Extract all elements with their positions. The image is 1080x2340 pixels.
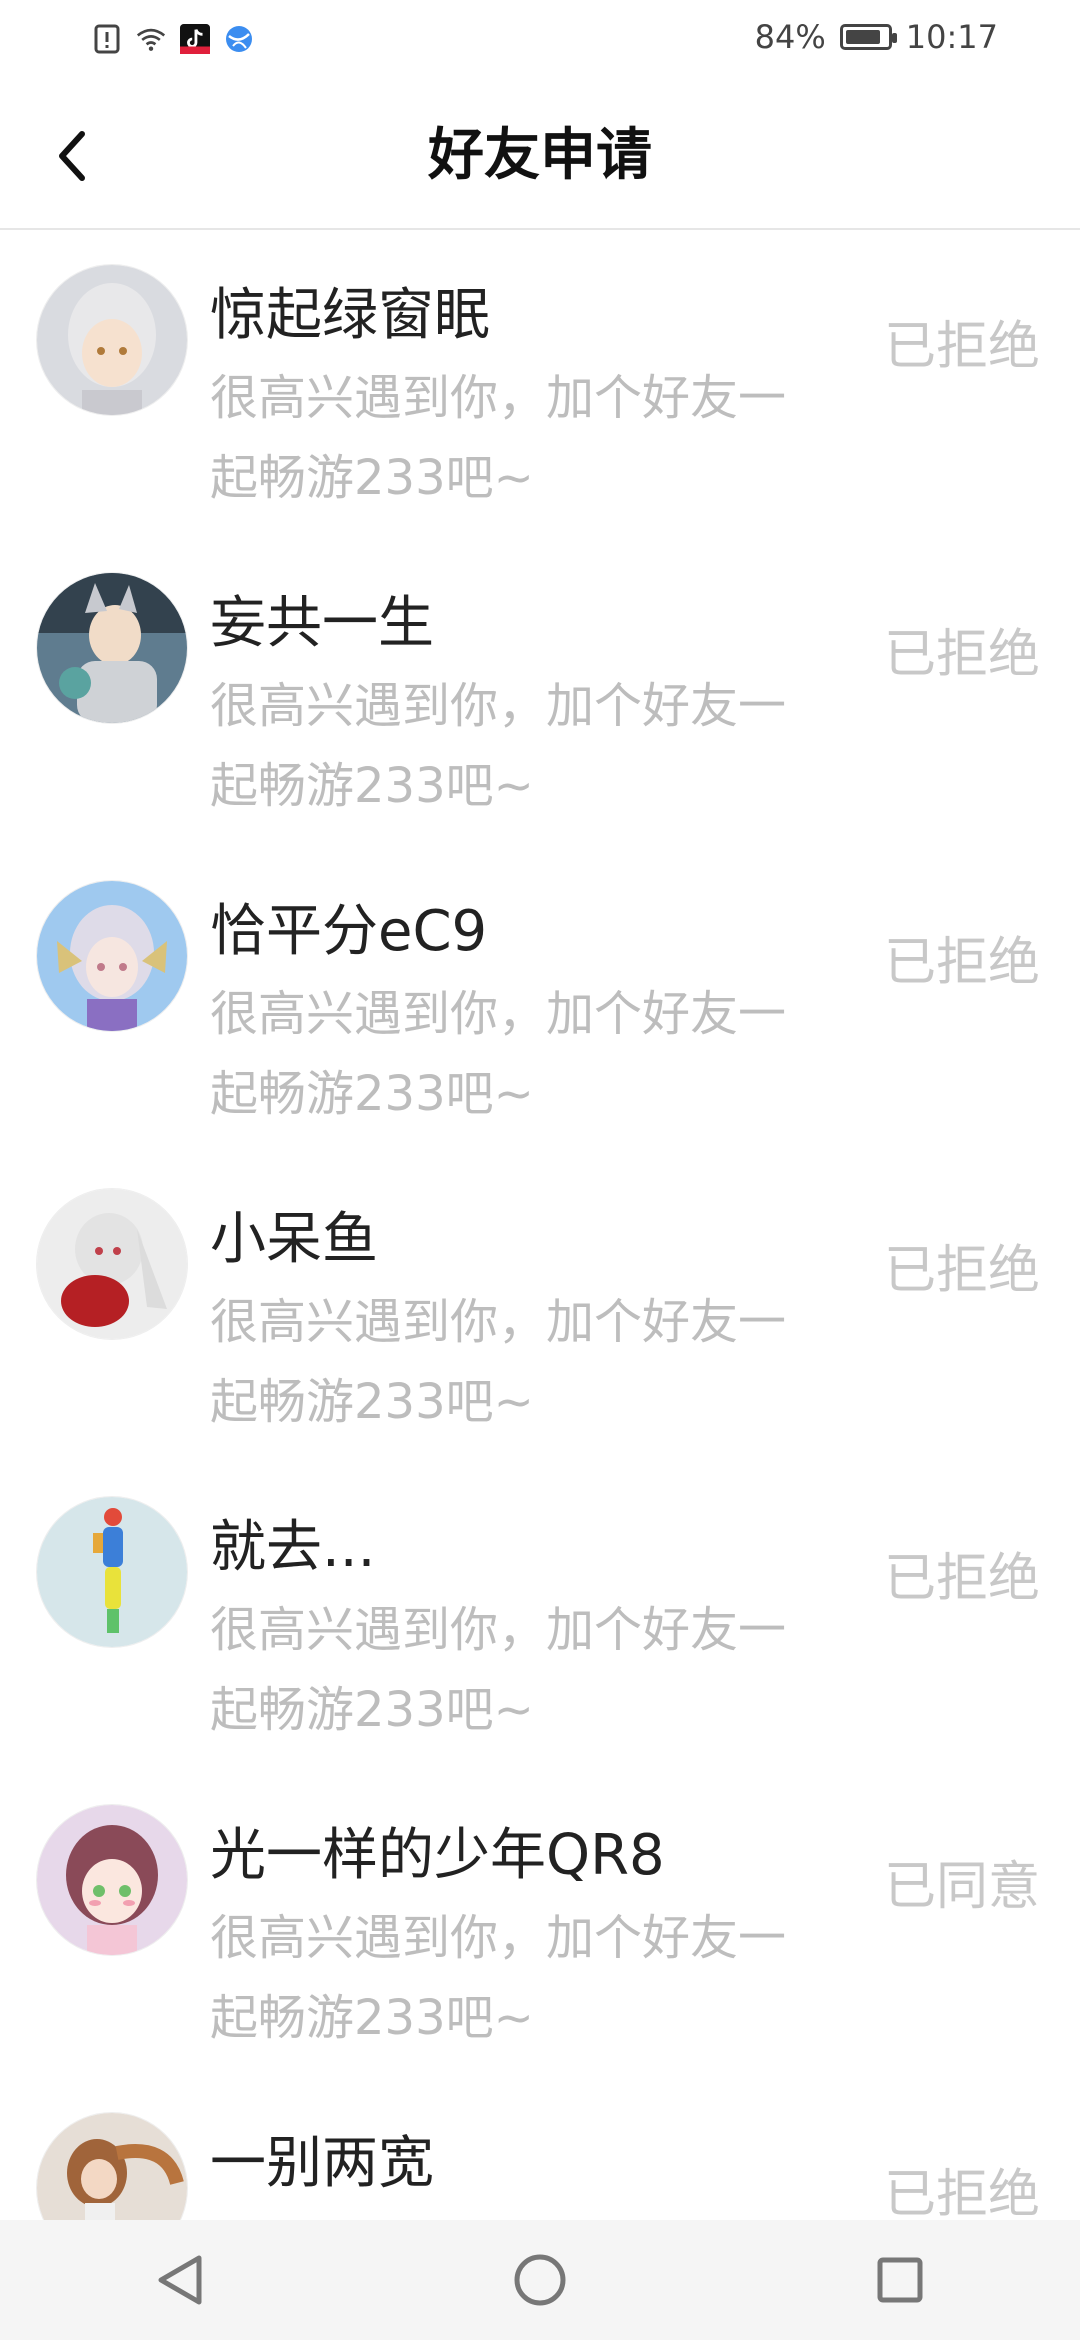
- home-circle-icon: [514, 2254, 566, 2306]
- friend-request-item[interactable]: 光一样的少年QR8 很高兴遇到你，加个好友一起畅游233吧~ 已同意: [0, 1770, 1080, 2078]
- request-status: 已拒绝: [883, 625, 1040, 685]
- status-icons: [92, 24, 254, 54]
- avatar[interactable]: [36, 1496, 188, 1648]
- page-title: 好友申请: [428, 123, 652, 188]
- avatar[interactable]: [36, 2112, 188, 2220]
- request-status: 已同意: [883, 1857, 1040, 1917]
- requester-name: 恰平分eC9: [210, 899, 488, 964]
- back-triangle-icon: [158, 2255, 202, 2305]
- requester-name: 小呆鱼: [210, 1207, 378, 1272]
- avatar[interactable]: [36, 1804, 188, 1956]
- request-status: 已拒绝: [883, 317, 1040, 377]
- requester-name: 就去...: [210, 1515, 376, 1580]
- avatar[interactable]: [36, 572, 188, 724]
- friend-request-item[interactable]: 就去... 很高兴遇到你，加个好友一起畅游233吧~ 已拒绝: [0, 1462, 1080, 1770]
- sim-alert-icon: [92, 24, 122, 54]
- friend-request-item[interactable]: 惊起绿窗眠 很高兴遇到你，加个好友一起畅游233吧~ 已拒绝: [0, 230, 1080, 538]
- request-status: 已拒绝: [883, 933, 1040, 993]
- friend-request-list: 惊起绿窗眠 很高兴遇到你，加个好友一起畅游233吧~ 已拒绝 妄共一生 很高兴遇…: [0, 230, 1080, 2220]
- page-header: 好友申请: [0, 84, 1080, 230]
- status-bar: 84% 10:17: [0, 0, 1080, 84]
- friend-request-item[interactable]: 恰平分eC9 很高兴遇到你，加个好友一起畅游233吧~ 已拒绝: [0, 846, 1080, 1154]
- clock: 10:17: [905, 18, 998, 56]
- requester-name: 光一样的少年QR8: [210, 1823, 665, 1888]
- battery-icon: [839, 24, 897, 50]
- nav-home-button[interactable]: [500, 2240, 580, 2320]
- friend-request-item[interactable]: 妄共一生 很高兴遇到你，加个好友一起畅游233吧~ 已拒绝: [0, 538, 1080, 846]
- requester-name: 惊起绿窗眠: [210, 283, 490, 348]
- nav-back-button[interactable]: [140, 2240, 220, 2320]
- requester-name: 一别两宽: [210, 2131, 434, 2196]
- request-message: 很高兴遇到你，加个好友一起畅游233吧~: [210, 1910, 787, 2046]
- request-message: 很高兴遇到你，加个好友一起畅游233吧~: [210, 1602, 787, 1738]
- system-nav-bar: [0, 2220, 1080, 2340]
- friend-request-item[interactable]: 一别两宽 很高兴遇到你，加个好友一起畅游233吧~ 已拒绝: [0, 2078, 1080, 2220]
- avatar[interactable]: [36, 880, 188, 1032]
- browser-icon: [224, 24, 254, 54]
- request-message: 很高兴遇到你，加个好友一起畅游233吧~: [210, 370, 787, 506]
- avatar[interactable]: [36, 1188, 188, 1340]
- battery-percent: 84%: [754, 18, 826, 56]
- request-message: 很高兴遇到你，加个好友一起畅游233吧~: [210, 678, 787, 814]
- request-message: 很高兴遇到你，加个好友一起畅游233吧~: [210, 2206, 830, 2220]
- request-message: 很高兴遇到你，加个好友一起畅游233吧~: [210, 986, 787, 1122]
- status-right: 84% 10:17: [755, 18, 998, 56]
- requester-name: 妄共一生: [210, 591, 434, 656]
- nav-recents-button[interactable]: [860, 2240, 940, 2320]
- avatar[interactable]: [36, 264, 188, 416]
- recents-square-icon: [877, 2257, 923, 2303]
- request-message: 很高兴遇到你，加个好友一起畅游233吧~: [210, 1294, 787, 1430]
- wifi-icon: [136, 24, 166, 54]
- request-status: 已拒绝: [883, 2165, 1040, 2220]
- request-status: 已拒绝: [883, 1241, 1040, 1301]
- friend-request-item[interactable]: 小呆鱼 很高兴遇到你，加个好友一起畅游233吧~ 已拒绝: [0, 1154, 1080, 1462]
- tiktok-icon: [180, 24, 210, 54]
- request-status: 已拒绝: [883, 1549, 1040, 1609]
